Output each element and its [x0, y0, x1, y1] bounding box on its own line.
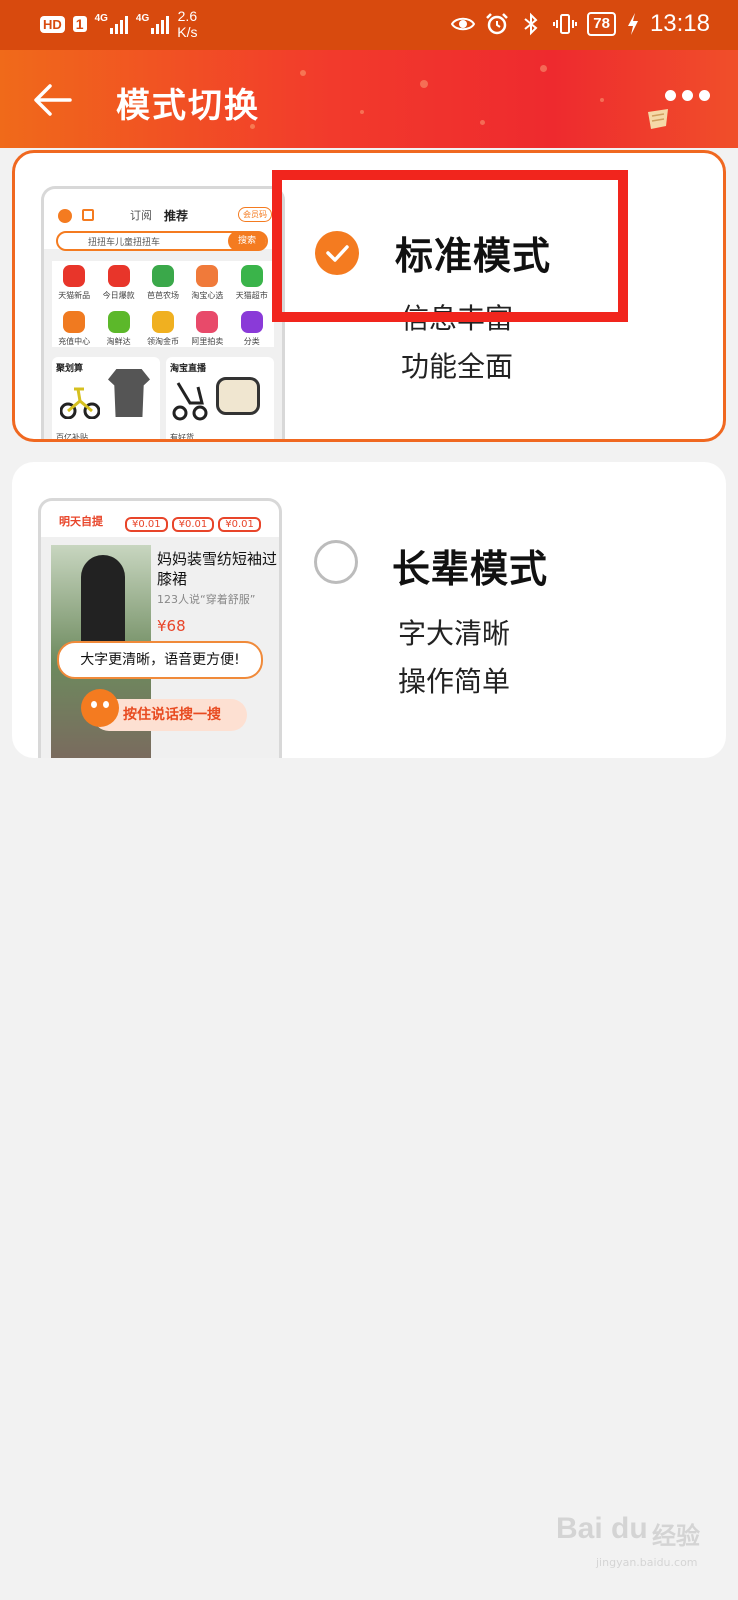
- preview-grid-item: 分类: [230, 311, 274, 347]
- voice-tip-bubble: 大字更清晰，语音更方便!: [57, 641, 263, 679]
- elder-mode-title: 长辈模式: [392, 547, 549, 591]
- highlight-annotation-box: [272, 170, 628, 322]
- status-bar: HD 1 4G 4G 2.6 K/s 78 13:18: [0, 0, 738, 50]
- eye-icon: [451, 17, 476, 31]
- app-header: 模式切换: [0, 50, 738, 148]
- clock: 13:18: [649, 10, 710, 37]
- bag-image: [216, 377, 260, 415]
- more-options-button[interactable]: [665, 90, 710, 101]
- mascot-icon: [81, 689, 119, 727]
- preview-grid-item: 淘鲜达: [96, 311, 140, 347]
- preview-grid-item: 充值中心: [52, 311, 96, 347]
- product-info: 妈妈装雪纺短袖过膝裙 123人说“穿着舒服” ¥68: [157, 550, 278, 635]
- vibrate-icon: [553, 14, 578, 34]
- app-shortcut-icon: [63, 265, 86, 287]
- signal-icon: 4G: [136, 14, 170, 34]
- back-arrow-icon[interactable]: [30, 80, 78, 120]
- app-shortcut-icon: [196, 311, 219, 333]
- app-shortcut-icon: [240, 311, 263, 333]
- preview-grid-item: 阿里拍卖: [185, 311, 229, 347]
- scan-icon: [82, 209, 94, 221]
- preview-grid-item: 今日爆款: [96, 265, 140, 301]
- preview-section-juhuasuan: 聚划算 百亿补贴: [52, 357, 160, 439]
- standard-mode-preview: 订阅 推荐 会员码 扭扭车儿童扭扭车 搜索 天猫新品 今日爆款 芭芭农场 淘宝心选 天猫…: [41, 186, 285, 439]
- signal-icon: 4G: [95, 14, 128, 34]
- app-shortcut-icon: [151, 311, 174, 333]
- network-speed: 2.6 K/s: [177, 8, 198, 40]
- tricycle-icon: [60, 387, 100, 419]
- elder-mode-description: 字大清晰 操作简单: [398, 617, 511, 698]
- status-left: HD 1 4G 4G 2.6 K/s: [40, 8, 198, 40]
- preview-section-live: 淘宝直播 有好货: [166, 357, 274, 439]
- lantern-icon: [648, 109, 668, 129]
- charging-icon: [627, 13, 638, 35]
- page-title: 模式切换: [116, 86, 260, 126]
- app-shortcut-icon: [63, 311, 86, 333]
- hd-badge: HD: [40, 15, 65, 33]
- preview-icon-grid: 天猫新品 今日爆款 芭芭农场 淘宝心选 天猫超市充值中心 淘鲜达 领淘金币 阿里拍卖 分类: [52, 261, 274, 347]
- preview-grid-item: 领淘金币: [141, 311, 185, 347]
- alarm-icon: [486, 13, 509, 35]
- tshirt-image: [108, 369, 150, 417]
- battery-level: 78: [587, 12, 616, 36]
- taobao-logo-icon: [58, 209, 72, 223]
- preview-grid-item: 淘宝心选: [185, 265, 229, 301]
- preview-search-bar: 扭扭车儿童扭扭车 搜索: [56, 231, 268, 251]
- app-shortcut-icon: [151, 265, 174, 287]
- app-shortcut-icon: [196, 265, 219, 287]
- status-right: 78 13:18: [451, 10, 710, 38]
- elder-mode-preview: 明天自提 ¥0.01 ¥0.01 ¥0.01 妈妈装雪纺短袖过膝裙 123人说“…: [38, 498, 282, 758]
- preview-grid-item: 天猫新品: [52, 265, 96, 301]
- elder-mode-card[interactable]: 明天自提 ¥0.01 ¥0.01 ¥0.01 妈妈装雪纺短袖过膝裙 123人说“…: [12, 462, 726, 758]
- app-shortcut-icon: [240, 265, 263, 287]
- preview-grid-item: 天猫超市: [230, 265, 274, 301]
- app-shortcut-icon: [107, 265, 130, 287]
- app-shortcut-icon: [107, 311, 130, 333]
- bluetooth-icon: [524, 12, 538, 36]
- baidu-jingyan-watermark: Bai du 经验 jingyan.baidu.com: [556, 1512, 700, 1569]
- stroller-icon: [172, 382, 208, 421]
- elder-mode-radio[interactable]: [314, 540, 358, 584]
- preview-grid-item: 芭芭农场: [141, 265, 185, 301]
- sim-badge: 1: [72, 16, 87, 32]
